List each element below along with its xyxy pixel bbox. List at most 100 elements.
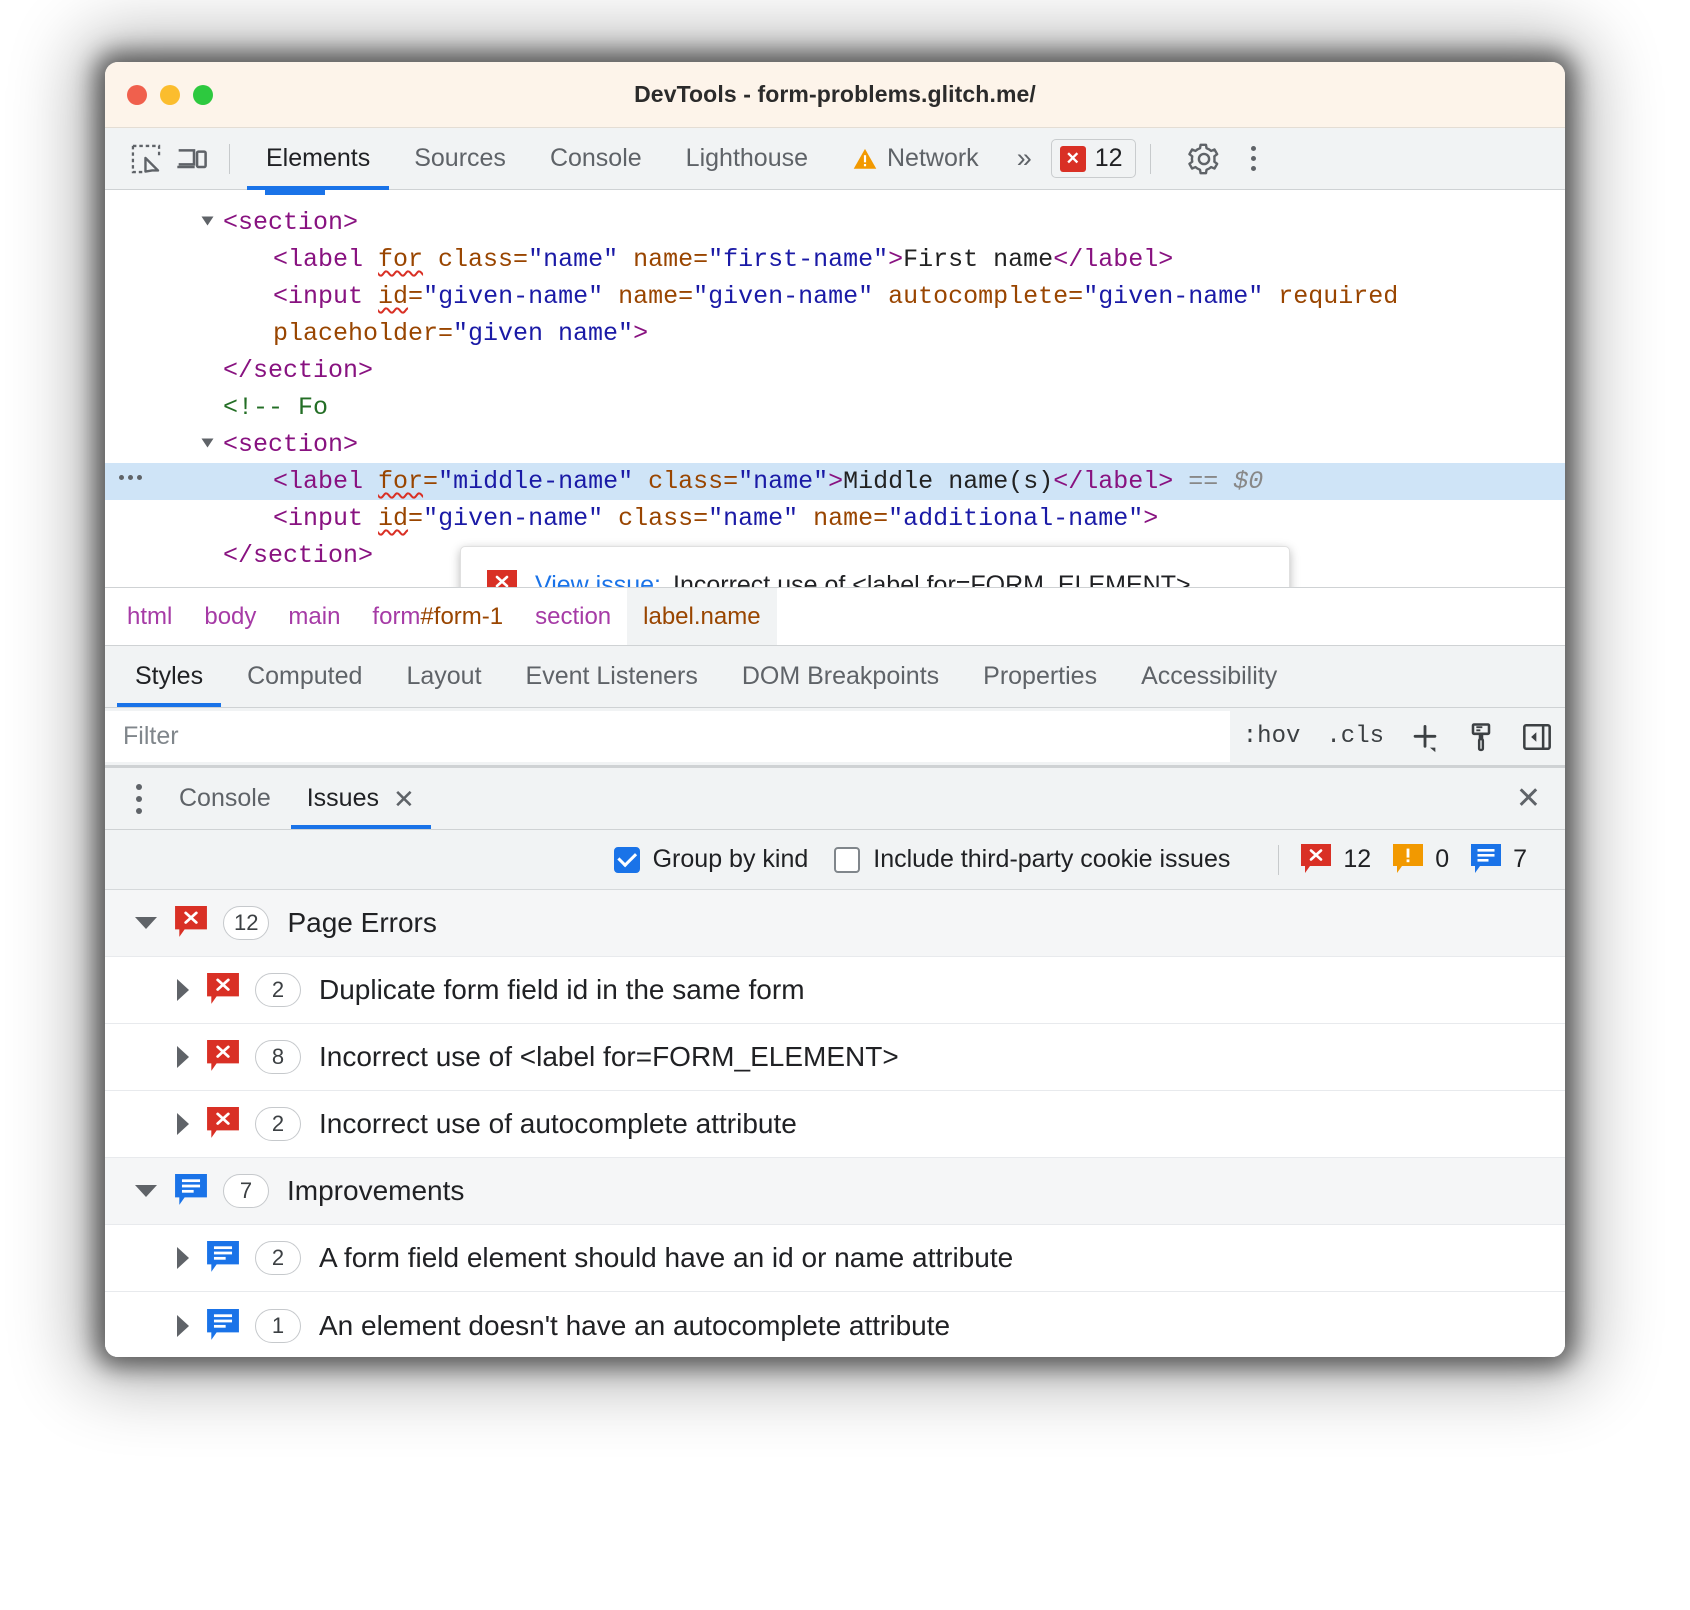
chevron-right-icon[interactable]: [177, 1247, 189, 1269]
inspect-element-icon[interactable]: [123, 136, 169, 182]
group-by-kind-control[interactable]: Group by kind: [614, 845, 809, 874]
dom-line-comment[interactable]: <!-- Fo: [105, 389, 1565, 426]
info-speech-icon: [175, 1174, 207, 1208]
dom-token-value: "given-name": [423, 504, 603, 533]
dom-token-attr-invalid: id: [378, 282, 408, 311]
tab-console[interactable]: Console: [528, 128, 664, 190]
drawer-tab-console[interactable]: Console: [161, 768, 289, 829]
dom-token-comment: <!-- Fo: [223, 393, 328, 422]
dom-token-tag: </section>: [223, 356, 373, 385]
screenshot-root: DevTools - form-problems.glitch.me/: [0, 0, 1690, 1610]
breadcrumb-item-form[interactable]: form#form-1: [356, 588, 519, 645]
elements-sidebar-tabs: Styles Computed Layout Event Listeners D…: [105, 646, 1565, 708]
chevron-down-icon[interactable]: [135, 917, 157, 929]
dom-line[interactable]: <section>: [105, 426, 1565, 463]
issue-item[interactable]: 1 An element doesn't have an autocomplet…: [105, 1292, 1565, 1357]
toggle-hover-state-button[interactable]: :hov: [1230, 708, 1314, 765]
tab-sources[interactable]: Sources: [392, 128, 528, 190]
dom-line[interactable]: <section>: [105, 204, 1565, 241]
tab-computed[interactable]: Computed: [225, 646, 384, 707]
tab-accessibility[interactable]: Accessibility: [1119, 646, 1299, 707]
more-options-icon[interactable]: [119, 475, 142, 480]
close-drawer-icon[interactable]: ✕: [1516, 784, 1541, 814]
error-count-value: 12: [1095, 144, 1123, 173]
tab-event-listeners[interactable]: Event Listeners: [504, 646, 720, 707]
issue-group-improvements[interactable]: 7 Improvements: [105, 1158, 1565, 1225]
dom-tree[interactable]: <section> <label for class="name" name="…: [105, 190, 1565, 574]
kebab-menu-icon[interactable]: [1237, 146, 1271, 171]
issue-item[interactable]: 2 A form field element should have an id…: [105, 1225, 1565, 1292]
warning-speech-icon: [1393, 844, 1423, 876]
breadcrumb-item-label[interactable]: label.name: [627, 588, 776, 645]
tab-lighthouse[interactable]: Lighthouse: [664, 128, 830, 190]
breadcrumb-label: body: [204, 603, 256, 631]
tab-elements-label: Elements: [266, 144, 370, 173]
dom-line[interactable]: <label for class="name" name="first-name…: [105, 241, 1565, 278]
issue-group-page-errors[interactable]: 12 Page Errors: [105, 890, 1565, 957]
tab-network[interactable]: Network: [830, 128, 1001, 190]
tab-styles[interactable]: Styles: [113, 646, 225, 707]
tab-layout[interactable]: Layout: [384, 646, 503, 707]
tab-styles-label: Styles: [135, 662, 203, 691]
chevron-right-icon[interactable]: [177, 1046, 189, 1068]
dom-token-attr: class=: [603, 504, 708, 533]
issue-item[interactable]: 2 Incorrect use of autocomplete attribut…: [105, 1091, 1565, 1158]
expand-triangle-icon[interactable]: [202, 217, 214, 226]
dom-token-tag: <section>: [223, 430, 358, 459]
third-party-cookie-control[interactable]: Include third-party cookie issues: [834, 845, 1230, 874]
third-party-cookie-checkbox[interactable]: [834, 847, 860, 873]
issue-title: Duplicate form field id in the same form: [319, 974, 805, 1006]
dom-text: <section>: [223, 208, 358, 237]
group-by-kind-checkbox[interactable]: [614, 847, 640, 873]
drawer-tab-issues[interactable]: Issues ✕: [289, 768, 433, 829]
more-tabs-icon[interactable]: »: [1001, 143, 1045, 174]
dom-line[interactable]: </section>: [105, 352, 1565, 389]
dom-line[interactable]: <input id="given-name" name="given-name"…: [105, 278, 1565, 315]
plus-new-style-rule-icon[interactable]: [1397, 708, 1453, 765]
dom-token-attr: placeholder=: [273, 319, 453, 348]
close-issues-tab-icon[interactable]: ✕: [393, 786, 415, 812]
chevron-right-icon[interactable]: [177, 1315, 189, 1337]
chevron-down-icon[interactable]: [135, 1185, 157, 1197]
breadcrumb-item-html[interactable]: html: [111, 588, 188, 645]
dom-token-attr: =: [408, 504, 423, 533]
breadcrumb-item-body[interactable]: body: [188, 588, 272, 645]
issue-error-icon: [487, 570, 517, 588]
breadcrumb-label: form: [372, 603, 420, 631]
toggle-sidebar-icon[interactable]: [1509, 708, 1565, 765]
chevron-right-icon[interactable]: [177, 979, 189, 1001]
tab-event-listeners-label: Event Listeners: [526, 662, 698, 691]
dom-token-text: Middle name(s): [843, 467, 1053, 496]
issue-tooltip[interactable]: View issue: Incorrect use of <label for=…: [460, 546, 1290, 588]
issue-item[interactable]: 2 Duplicate form field id in the same fo…: [105, 957, 1565, 1024]
dom-line[interactable]: <input id="given-name" class="name" name…: [105, 500, 1565, 537]
toggle-class-button[interactable]: .cls: [1313, 708, 1397, 765]
issue-item[interactable]: 8 Incorrect use of <label for=FORM_ELEME…: [105, 1024, 1565, 1091]
breadcrumb-item-section[interactable]: section: [519, 588, 627, 645]
dom-token-attr: name=: [618, 245, 708, 274]
chevron-right-icon[interactable]: [177, 1113, 189, 1135]
issue-title: An element doesn't have an autocomplete …: [319, 1310, 950, 1342]
devtools-window: DevTools - form-problems.glitch.me/: [105, 62, 1565, 1357]
drawer-kebab-icon[interactable]: [117, 768, 161, 829]
error-count-pill[interactable]: ✕ 12: [1051, 139, 1136, 178]
tab-properties[interactable]: Properties: [961, 646, 1119, 707]
gear-icon[interactable]: [1181, 136, 1227, 182]
dom-token-attr: name=: [603, 282, 693, 311]
view-issue-link[interactable]: View issue:: [535, 571, 661, 589]
group-by-kind-label: Group by kind: [653, 845, 809, 874]
dom-tree-panel[interactable]: <section> <label for class="name" name="…: [105, 190, 1565, 588]
paintbrush-icon[interactable]: [1453, 708, 1509, 765]
device-toolbar-icon[interactable]: [169, 136, 215, 182]
dom-token-value: "given-name": [693, 282, 873, 311]
tab-elements[interactable]: Elements: [244, 128, 392, 190]
styles-filter-input[interactable]: [105, 711, 1230, 762]
dom-line-selected[interactable]: <label for="middle-name" class="name">Mi…: [105, 463, 1565, 500]
third-party-cookie-label: Include third-party cookie issues: [873, 845, 1230, 874]
breadcrumb-item-main[interactable]: main: [272, 588, 356, 645]
dom-line[interactable]: placeholder="given name">: [105, 315, 1565, 352]
expand-triangle-icon[interactable]: [202, 439, 214, 448]
issues-list[interactable]: 12 Page Errors 2 Duplicate form field id…: [105, 890, 1565, 1357]
error-count-value: 12: [1343, 845, 1371, 874]
tab-dom-breakpoints[interactable]: DOM Breakpoints: [720, 646, 961, 707]
